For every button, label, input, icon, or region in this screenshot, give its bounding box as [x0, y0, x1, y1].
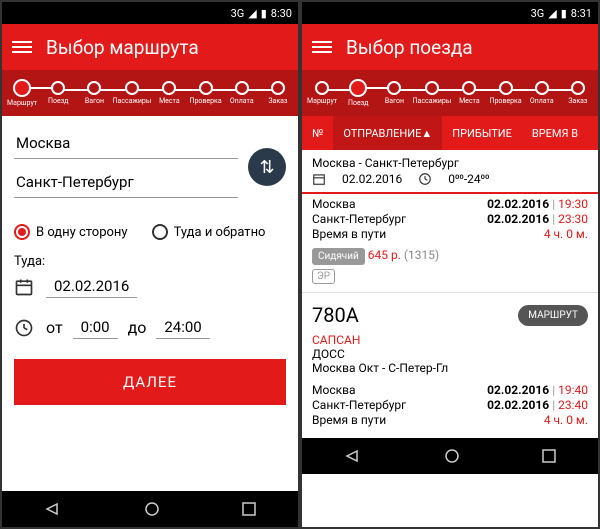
progress-steps: МаршрутПоездВагонПассажирыМестаПроверкаО… [2, 70, 298, 116]
radio-round[interactable]: Туда и обратно [152, 224, 266, 240]
recent-icon[interactable] [541, 448, 557, 464]
signal-icon: ◢ [548, 7, 556, 20]
app-header: Выбор поезда [302, 24, 598, 70]
train-card-partial[interactable]: Москва02.02.2016 | 19:30 Санкт-Петербург… [302, 194, 598, 292]
arr-city: Санкт-Петербург [312, 212, 406, 226]
time-to-label: до [128, 318, 147, 337]
network-icon: 3G [231, 7, 245, 20]
sort-number[interactable]: № [302, 116, 333, 150]
date-input[interactable]: 02.02.2016 [46, 275, 137, 298]
radio-round-label: Туда и обратно [174, 225, 266, 240]
swap-icon: ⇅ [259, 157, 274, 178]
filter-time: 0⁰⁰-24⁰⁰ [448, 172, 489, 186]
train-number: 780А [312, 303, 359, 327]
radio-icon [152, 224, 168, 240]
clock: 8:31 [571, 7, 592, 20]
android-navbar [302, 438, 598, 474]
calendar-icon [312, 172, 326, 186]
duration-value: 4 ч. 0 м. [544, 413, 588, 427]
direction-label: Туда: [14, 254, 286, 269]
signal-icon: ◢ [248, 7, 256, 20]
page-title: Выбор поезда [346, 36, 473, 59]
step-2[interactable]: Вагон [376, 81, 412, 105]
home-icon[interactable] [144, 501, 160, 517]
carrier: ДОСС [312, 347, 588, 361]
step-6[interactable]: Оплата [524, 81, 560, 105]
duration-label: Время в пути [312, 413, 386, 427]
sort-departure[interactable]: ОТПРАВЛЕНИЕ▲ [333, 116, 442, 150]
step-6[interactable]: Оплата [224, 81, 260, 105]
clock-icon [418, 172, 432, 186]
step-1[interactable]: Поезд [340, 79, 376, 107]
sort-arrival[interactable]: ПРИБЫТИЕ [442, 116, 522, 150]
time-to-input[interactable]: 24:00 [156, 316, 209, 339]
route-button[interactable]: МАРШРУТ [518, 305, 588, 326]
next-button[interactable]: ДАЛЕЕ [14, 359, 286, 405]
step-3[interactable]: Пассажиры [413, 81, 452, 105]
calendar-icon[interactable] [14, 277, 36, 297]
progress-steps: МаршрутПоездВагонПассажирыМестаПроверкаО… [302, 70, 598, 116]
battery-icon: ▮ [561, 7, 567, 20]
sort-bar: № ОТПРАВЛЕНИЕ▲ ПРИБЫТИЕ ВРЕМЯ В [302, 116, 598, 150]
step-0[interactable]: Маршрут [4, 79, 40, 107]
arr-city: Санкт-Петербург [312, 398, 406, 412]
step-7[interactable]: Заказ [560, 81, 596, 105]
sort-duration[interactable]: ВРЕМЯ В [522, 116, 588, 150]
stations: Москва Окт - С-Петер-Гл [312, 361, 588, 375]
step-7[interactable]: Заказ [260, 81, 296, 105]
battery-icon: ▮ [261, 7, 267, 20]
recent-icon[interactable] [241, 501, 257, 517]
step-3[interactable]: Пассажиры [113, 81, 152, 105]
price: 645 р. [368, 248, 401, 262]
step-0[interactable]: Маршрут [304, 81, 340, 105]
dep-city: Москва [312, 383, 355, 397]
menu-icon[interactable] [12, 38, 32, 56]
availability: (1315) [404, 248, 439, 262]
screen-route-select: 3G ◢ ▮ 8:30 Выбор маршрута МаршрутПоездВ… [2, 2, 298, 527]
screen-train-select: 3G ◢ ▮ 8:31 Выбор поезда МаршрутПоездВаг… [302, 2, 598, 527]
page-title: Выбор маршрута [46, 36, 199, 59]
from-input[interactable]: Москва [14, 128, 238, 159]
statusbar: 3G ◢ ▮ 8:30 [2, 2, 298, 24]
swap-button[interactable]: ⇅ [248, 148, 286, 186]
to-input[interactable]: Санкт-Петербург [14, 167, 238, 198]
duration-label: Время в пути [312, 227, 386, 241]
train-name: САПСАН [312, 333, 588, 347]
filter-summary: Москва - Санкт-Петербург 02.02.2016 0⁰⁰-… [302, 150, 598, 194]
duration-value: 4 ч. 0 м. [544, 227, 588, 241]
app-header: Выбор маршрута [2, 24, 298, 70]
clock-icon [14, 318, 36, 338]
back-icon[interactable] [343, 449, 363, 463]
back-icon[interactable] [43, 502, 63, 516]
step-2[interactable]: Вагон [76, 81, 112, 105]
filter-date: 02.02.2016 [342, 172, 402, 186]
menu-icon[interactable] [312, 38, 332, 56]
step-1[interactable]: Поезд [40, 81, 76, 105]
dep-city: Москва [312, 197, 355, 211]
statusbar: 3G ◢ ▮ 8:31 [302, 2, 598, 24]
time-from-input[interactable]: 0:00 [73, 316, 118, 339]
step-5[interactable]: Проверка [187, 81, 223, 105]
seat-type-badge: Сидячий [312, 248, 365, 265]
android-navbar [2, 491, 298, 527]
radio-oneway[interactable]: В одну сторону [14, 224, 128, 240]
clock: 8:30 [271, 7, 292, 20]
filter-route: Москва - Санкт-Петербург [312, 156, 588, 170]
train-card[interactable]: 780А МАРШРУТ САПСАН ДОСС Москва Окт - С-… [302, 292, 598, 438]
home-icon[interactable] [444, 448, 460, 464]
radio-oneway-label: В одну сторону [36, 225, 128, 240]
network-icon: 3G [531, 7, 545, 20]
sort-asc-icon: ▲ [421, 127, 432, 140]
e-registration-badge: ЭР [312, 269, 335, 284]
step-5[interactable]: Проверка [487, 81, 523, 105]
radio-icon [14, 224, 30, 240]
step-4[interactable]: Места [451, 81, 487, 105]
time-from-label: от [46, 318, 63, 337]
step-4[interactable]: Места [151, 81, 187, 105]
